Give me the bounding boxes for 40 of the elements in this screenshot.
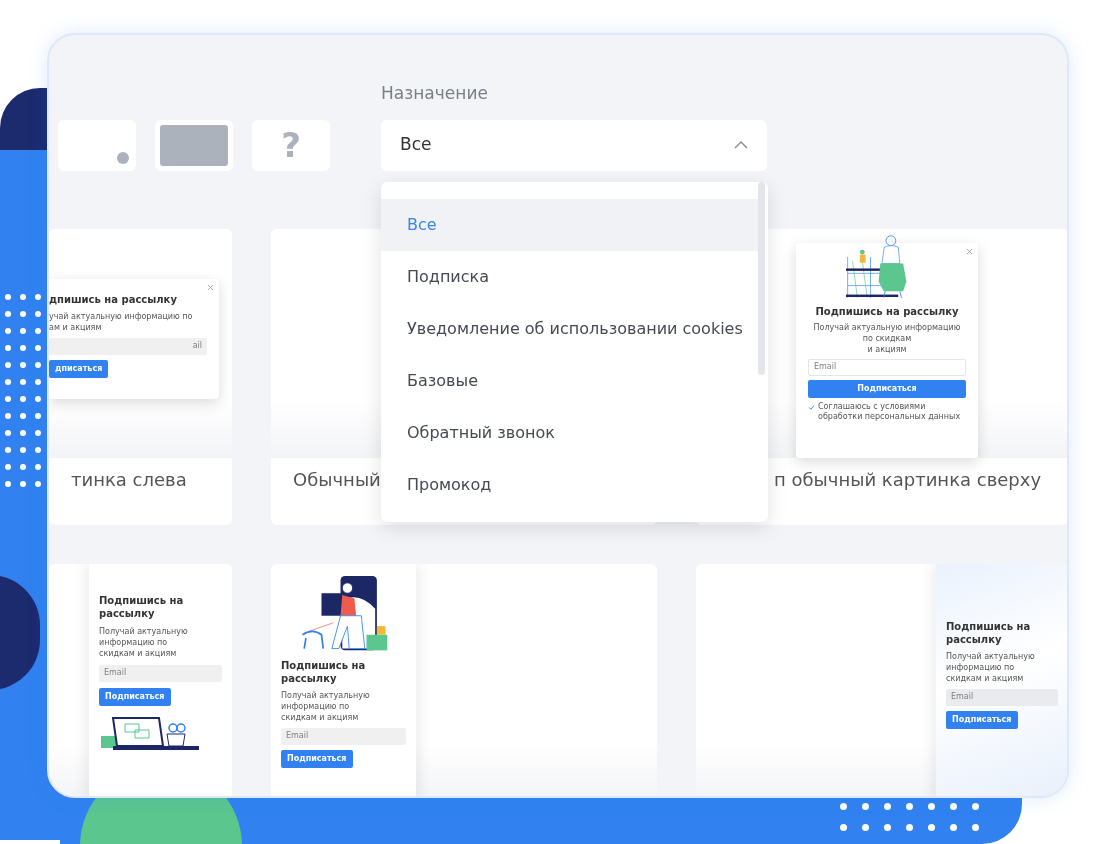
popup-title: Подпишись на рассылку	[99, 593, 185, 620]
dropdown-option[interactable]: Уведомление об использовании cookies	[381, 303, 768, 355]
dropdown-option[interactable]: Все	[381, 199, 758, 251]
dropdown-option[interactable]: Подписка	[381, 251, 768, 303]
dropdown-option[interactable]: Обратный звонок	[381, 407, 768, 459]
email-field[interactable]: Email	[808, 358, 966, 376]
email-field[interactable]: Email	[946, 688, 1058, 706]
template-name: п обычный картинка сверху	[774, 468, 1042, 490]
rectangle-icon	[160, 124, 228, 166]
layout-option[interactable]	[155, 119, 233, 171]
close-icon[interactable]	[966, 247, 973, 255]
email-field[interactable]: Email	[281, 727, 406, 745]
subscribe-button[interactable]: Подписаться	[99, 687, 171, 706]
subscribe-button[interactable]: дписаться	[49, 359, 109, 378]
email-field[interactable]: Email	[99, 664, 222, 682]
popup-description: Получай актуальную информацию по скидкам и акциям	[99, 625, 189, 659]
template-name: Обычный	[293, 468, 381, 490]
email-field[interactable]: ail	[49, 337, 207, 355]
dropdown-option[interactable]: Промокод	[381, 459, 768, 511]
scrollbar-thumb[interactable]	[758, 182, 765, 375]
checkbox-tick[interactable]	[808, 403, 815, 411]
popup-title: Подпишись на рассылку	[281, 658, 367, 685]
subscribe-button[interactable]: Подписаться	[946, 710, 1018, 729]
layout-option[interactable]	[58, 119, 136, 171]
template-name: тинка слева	[71, 468, 187, 490]
popup-title: Подпишись на рассылку	[815, 304, 959, 318]
subscribe-button[interactable]: Подписаться	[808, 379, 966, 398]
field-label: Назначение	[381, 82, 489, 105]
popup-title: Подпишись на рассылку	[946, 619, 1032, 646]
consent-text: Соглашаюсь с условиями обработки персональных данных	[818, 401, 962, 422]
layout-option[interactable]: ?	[252, 119, 330, 171]
popup-description: учай актуальную информацию по ам и акциям	[49, 310, 194, 333]
dropdown-option[interactable]: Базовые	[381, 355, 768, 407]
popup-title: дпишись на рассылку	[49, 292, 178, 306]
popup-description: Получай актуальную информацию по скидкам и акциям	[946, 650, 1036, 684]
subscribe-button[interactable]: Подписаться	[281, 749, 353, 768]
popup-description: Получай актуальную информацию по скидкам и акциям	[281, 689, 371, 723]
close-icon[interactable]	[207, 283, 214, 291]
purpose-select[interactable]: Все	[381, 119, 767, 171]
popup-description: Получай актуальную информацию по скидкам и акциям	[812, 321, 962, 355]
